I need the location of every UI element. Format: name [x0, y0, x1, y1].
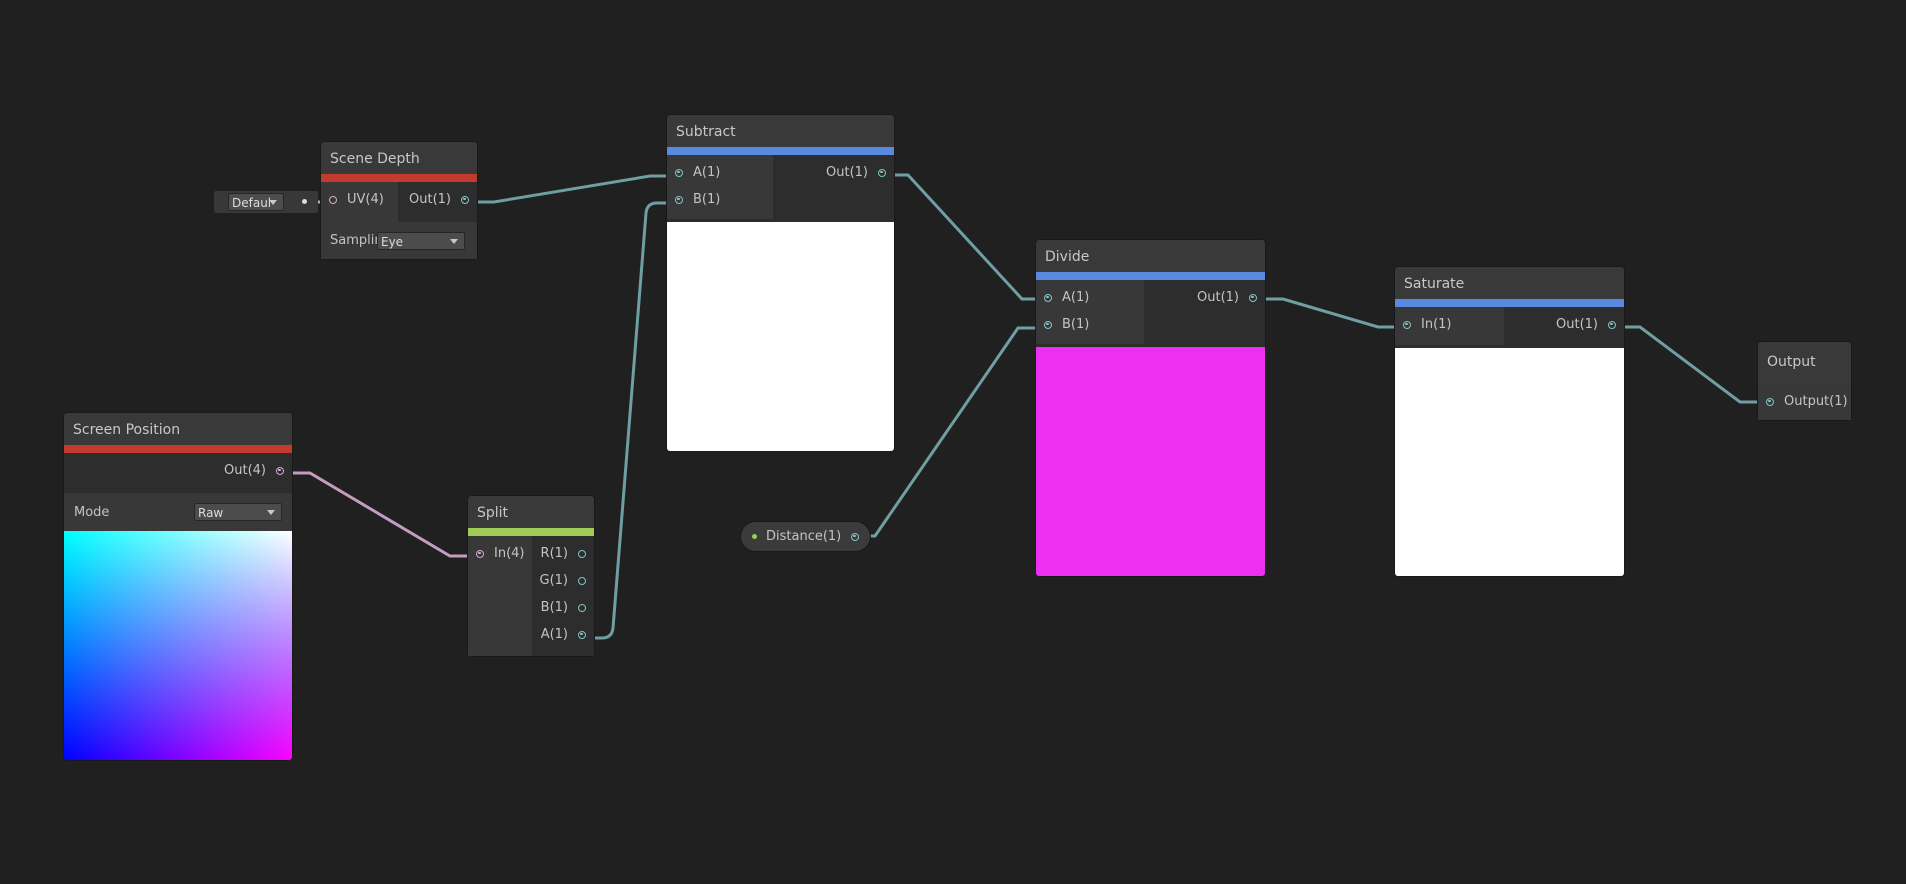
distance-exposed-icon	[752, 534, 757, 539]
saturate-input-in[interactable]: In(1)	[1395, 311, 1504, 338]
port-out-icon[interactable]	[1608, 320, 1616, 329]
sampling-value: Eye	[381, 234, 404, 249]
port-b-icon[interactable]	[578, 603, 586, 612]
scene-depth-input-uv[interactable]: UV(4)	[321, 186, 398, 213]
port-a-icon[interactable]	[578, 630, 586, 639]
distance-property-node[interactable]: Distance(1)	[741, 522, 870, 551]
port-r-icon[interactable]	[578, 549, 586, 558]
screen-position-node[interactable]: Screen Position Out(4) Mode Raw	[64, 413, 292, 760]
scene-depth-title: Scene Depth	[321, 142, 477, 174]
subtract-input-b[interactable]: B(1)	[667, 186, 773, 213]
output-input-label: Output(1)	[1784, 394, 1848, 409]
subtract-title: Subtract	[667, 115, 894, 147]
port-uv-icon[interactable]	[329, 195, 337, 204]
screen-position-preview	[64, 531, 292, 760]
subtract-preview	[667, 222, 894, 451]
split-output-b[interactable]: B(1)	[541, 594, 594, 621]
screen-position-title: Screen Position	[64, 413, 292, 445]
saturate-preview	[1395, 348, 1624, 576]
mode-label: Mode	[74, 504, 110, 520]
split-b-label: B(1)	[540, 600, 568, 615]
inline-input-handle-icon	[302, 199, 307, 204]
wire-scenedepth-to-subtract-a[interactable]	[464, 174, 673, 204]
port-a-icon[interactable]	[675, 168, 683, 177]
wire-saturate-to-output[interactable]	[1619, 325, 1762, 404]
divide-preview	[1036, 347, 1265, 576]
sampling-label: Samplin	[330, 233, 377, 248]
uv-default-dropdown[interactable]: Default	[228, 193, 284, 211]
port-out-icon[interactable]	[461, 195, 469, 204]
saturate-title: Saturate	[1395, 267, 1624, 299]
split-a-label: A(1)	[540, 627, 568, 642]
scene-depth-accent	[321, 174, 477, 182]
subtract-accent	[667, 147, 894, 155]
split-output-r[interactable]: R(1)	[541, 540, 594, 567]
split-g-label: G(1)	[539, 573, 569, 588]
distance-label: Distance(1)	[766, 529, 842, 544]
divide-b-label: B(1)	[1062, 317, 1090, 332]
scene-depth-node[interactable]: Scene Depth UV(4) Out(1) Samplin Eye	[321, 142, 477, 259]
split-title: Split	[468, 496, 594, 528]
port-in-icon[interactable]	[476, 549, 484, 558]
saturate-in-label: In(1)	[1421, 317, 1452, 332]
subtract-node[interactable]: Subtract A(1) B(1) Out(1)	[667, 115, 894, 451]
split-output-g[interactable]: G(1)	[540, 567, 595, 594]
output-title: Output	[1758, 342, 1851, 382]
distance-out-icon[interactable]	[851, 532, 860, 541]
split-output-a[interactable]: A(1)	[541, 621, 594, 648]
port-b-icon[interactable]	[1044, 320, 1052, 329]
saturate-output-out[interactable]: Out(1)	[1556, 311, 1624, 338]
sampling-dropdown[interactable]: Eye	[377, 231, 465, 250]
scene-depth-uv-label: UV(4)	[347, 192, 384, 207]
divide-a-label: A(1)	[1062, 290, 1090, 305]
divide-input-b[interactable]: B(1)	[1036, 311, 1144, 338]
divide-output-out[interactable]: Out(1)	[1197, 284, 1265, 311]
screen-position-accent	[64, 445, 292, 453]
screen-position-mode-row: Mode Raw	[64, 493, 292, 531]
divide-title: Divide	[1036, 240, 1265, 272]
output-node[interactable]: Output Output(1)	[1758, 342, 1851, 420]
saturate-accent	[1395, 299, 1624, 307]
split-accent	[468, 528, 594, 536]
uv-default-input[interactable]: Default	[214, 191, 318, 213]
subtract-a-label: A(1)	[693, 165, 721, 180]
output-input[interactable]: Output(1)	[1758, 388, 1851, 415]
mode-value: Raw	[198, 506, 224, 520]
port-out-icon[interactable]	[878, 168, 886, 177]
scene-depth-output-out[interactable]: Out(1)	[409, 186, 477, 213]
split-input-in[interactable]: In(4)	[468, 540, 532, 567]
port-g-icon[interactable]	[578, 576, 586, 585]
subtract-out-label: Out(1)	[826, 165, 868, 180]
subtract-b-label: B(1)	[693, 192, 721, 207]
uv-default-value: Default	[232, 196, 272, 210]
wire-divide-to-saturate[interactable]	[1260, 297, 1401, 329]
divide-out-label: Out(1)	[1197, 290, 1239, 305]
port-output-icon[interactable]	[1766, 397, 1774, 406]
subtract-output-out[interactable]: Out(1)	[826, 159, 894, 186]
saturate-out-label: Out(1)	[1556, 317, 1598, 332]
divide-accent	[1036, 272, 1265, 280]
subtract-input-a[interactable]: A(1)	[667, 159, 773, 186]
saturate-node[interactable]: Saturate In(1) Out(1)	[1395, 267, 1624, 576]
scene-depth-out-label: Out(1)	[409, 192, 451, 207]
port-out-icon[interactable]	[276, 466, 284, 475]
wire-subtract-to-divide-a[interactable]	[888, 173, 1042, 301]
divide-input-a[interactable]: A(1)	[1036, 284, 1144, 311]
port-b-icon[interactable]	[675, 195, 683, 204]
split-in-label: In(4)	[494, 546, 525, 561]
scene-depth-sampling-row: Samplin Eye	[321, 222, 477, 259]
wire-split-a-to-subtract-b[interactable]	[589, 201, 673, 640]
split-r-label: R(1)	[540, 546, 568, 561]
split-node[interactable]: Split In(4) R(1) G(1) B(1) A(1)	[468, 496, 594, 656]
port-in-icon[interactable]	[1403, 320, 1411, 329]
port-out-icon[interactable]	[1249, 293, 1257, 302]
port-a-icon[interactable]	[1044, 293, 1052, 302]
mode-dropdown[interactable]: Raw	[194, 503, 282, 521]
wire-screenpos-to-split[interactable]	[279, 471, 481, 558]
screen-position-output-out[interactable]: Out(4)	[224, 457, 292, 484]
divide-node[interactable]: Divide A(1) B(1) Out(1)	[1036, 240, 1265, 576]
screen-position-out-label: Out(4)	[224, 463, 266, 478]
